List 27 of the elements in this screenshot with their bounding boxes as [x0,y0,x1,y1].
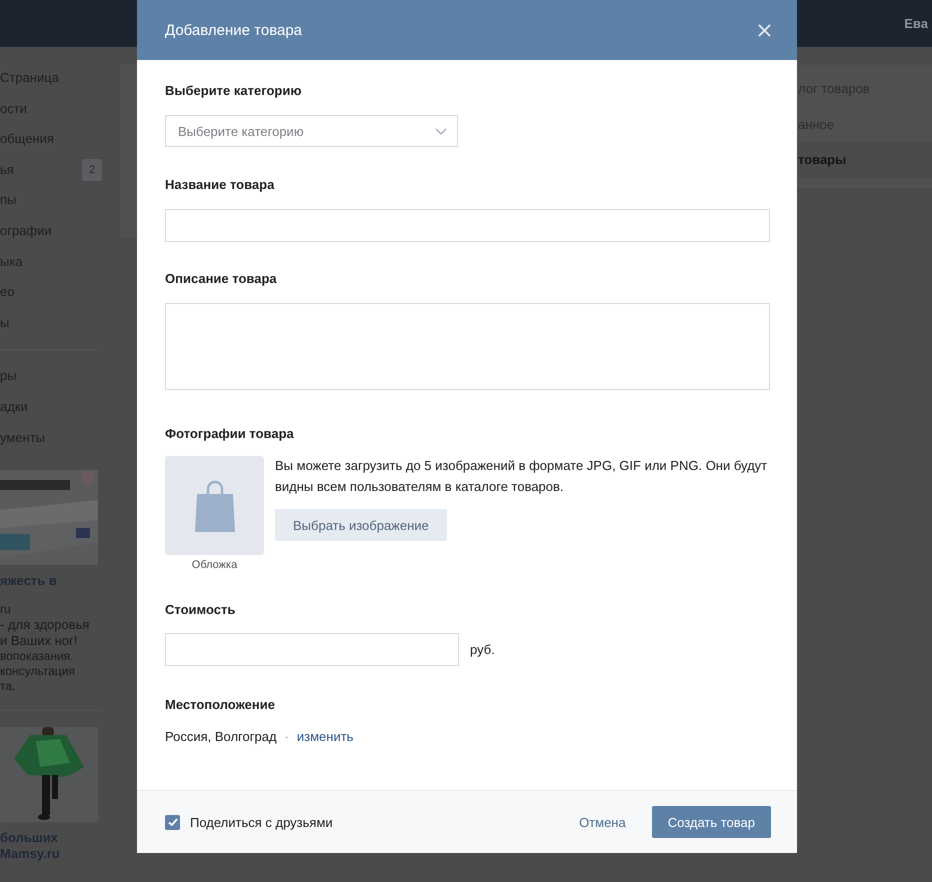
upload-hint: Вы можете загрузить до 5 изображений в формате JPG, GIF или PNG. Они будут видны всем пользователям в каталоге товаров. [275,457,768,496]
close-icon[interactable] [758,24,771,36]
dialog-title: Добавление товара [165,22,304,38]
input-field[interactable] [165,209,770,242]
checkbox[interactable] [165,814,180,830]
field-label: Фотографии товара [165,425,295,443]
separator-dot: · [284,729,289,744]
location-text: Россия, Волгоград [165,729,277,744]
cover-caption: Обложка [192,559,238,571]
cover-placeholder[interactable] [165,456,264,555]
field-label: Местоположение [165,696,276,714]
shopping-bag-icon [194,480,234,532]
field-label: Название товара [165,176,276,194]
field-label: Стоимость [165,601,236,619]
field-label: Выберите категорию [165,82,302,100]
currency-unit: руб. [470,642,495,657]
choose-image-button[interactable]: Выбрать изображение [275,509,447,541]
cancel-button[interactable]: Отмена [571,806,634,838]
checkbox-label[interactable]: Поделиться с друзьями [190,814,333,830]
menu-item[interactable]: товары [797,142,932,178]
change-link[interactable]: изменить [296,729,354,744]
price-field[interactable] [165,633,459,666]
create-button[interactable]: Создать товар [652,806,771,838]
chevron-down-icon [435,128,447,134]
category-dropdown[interactable]: Выберите категорию [165,115,458,147]
user-name[interactable]: Ева [904,16,928,31]
field-label: Описание товара [165,270,278,288]
